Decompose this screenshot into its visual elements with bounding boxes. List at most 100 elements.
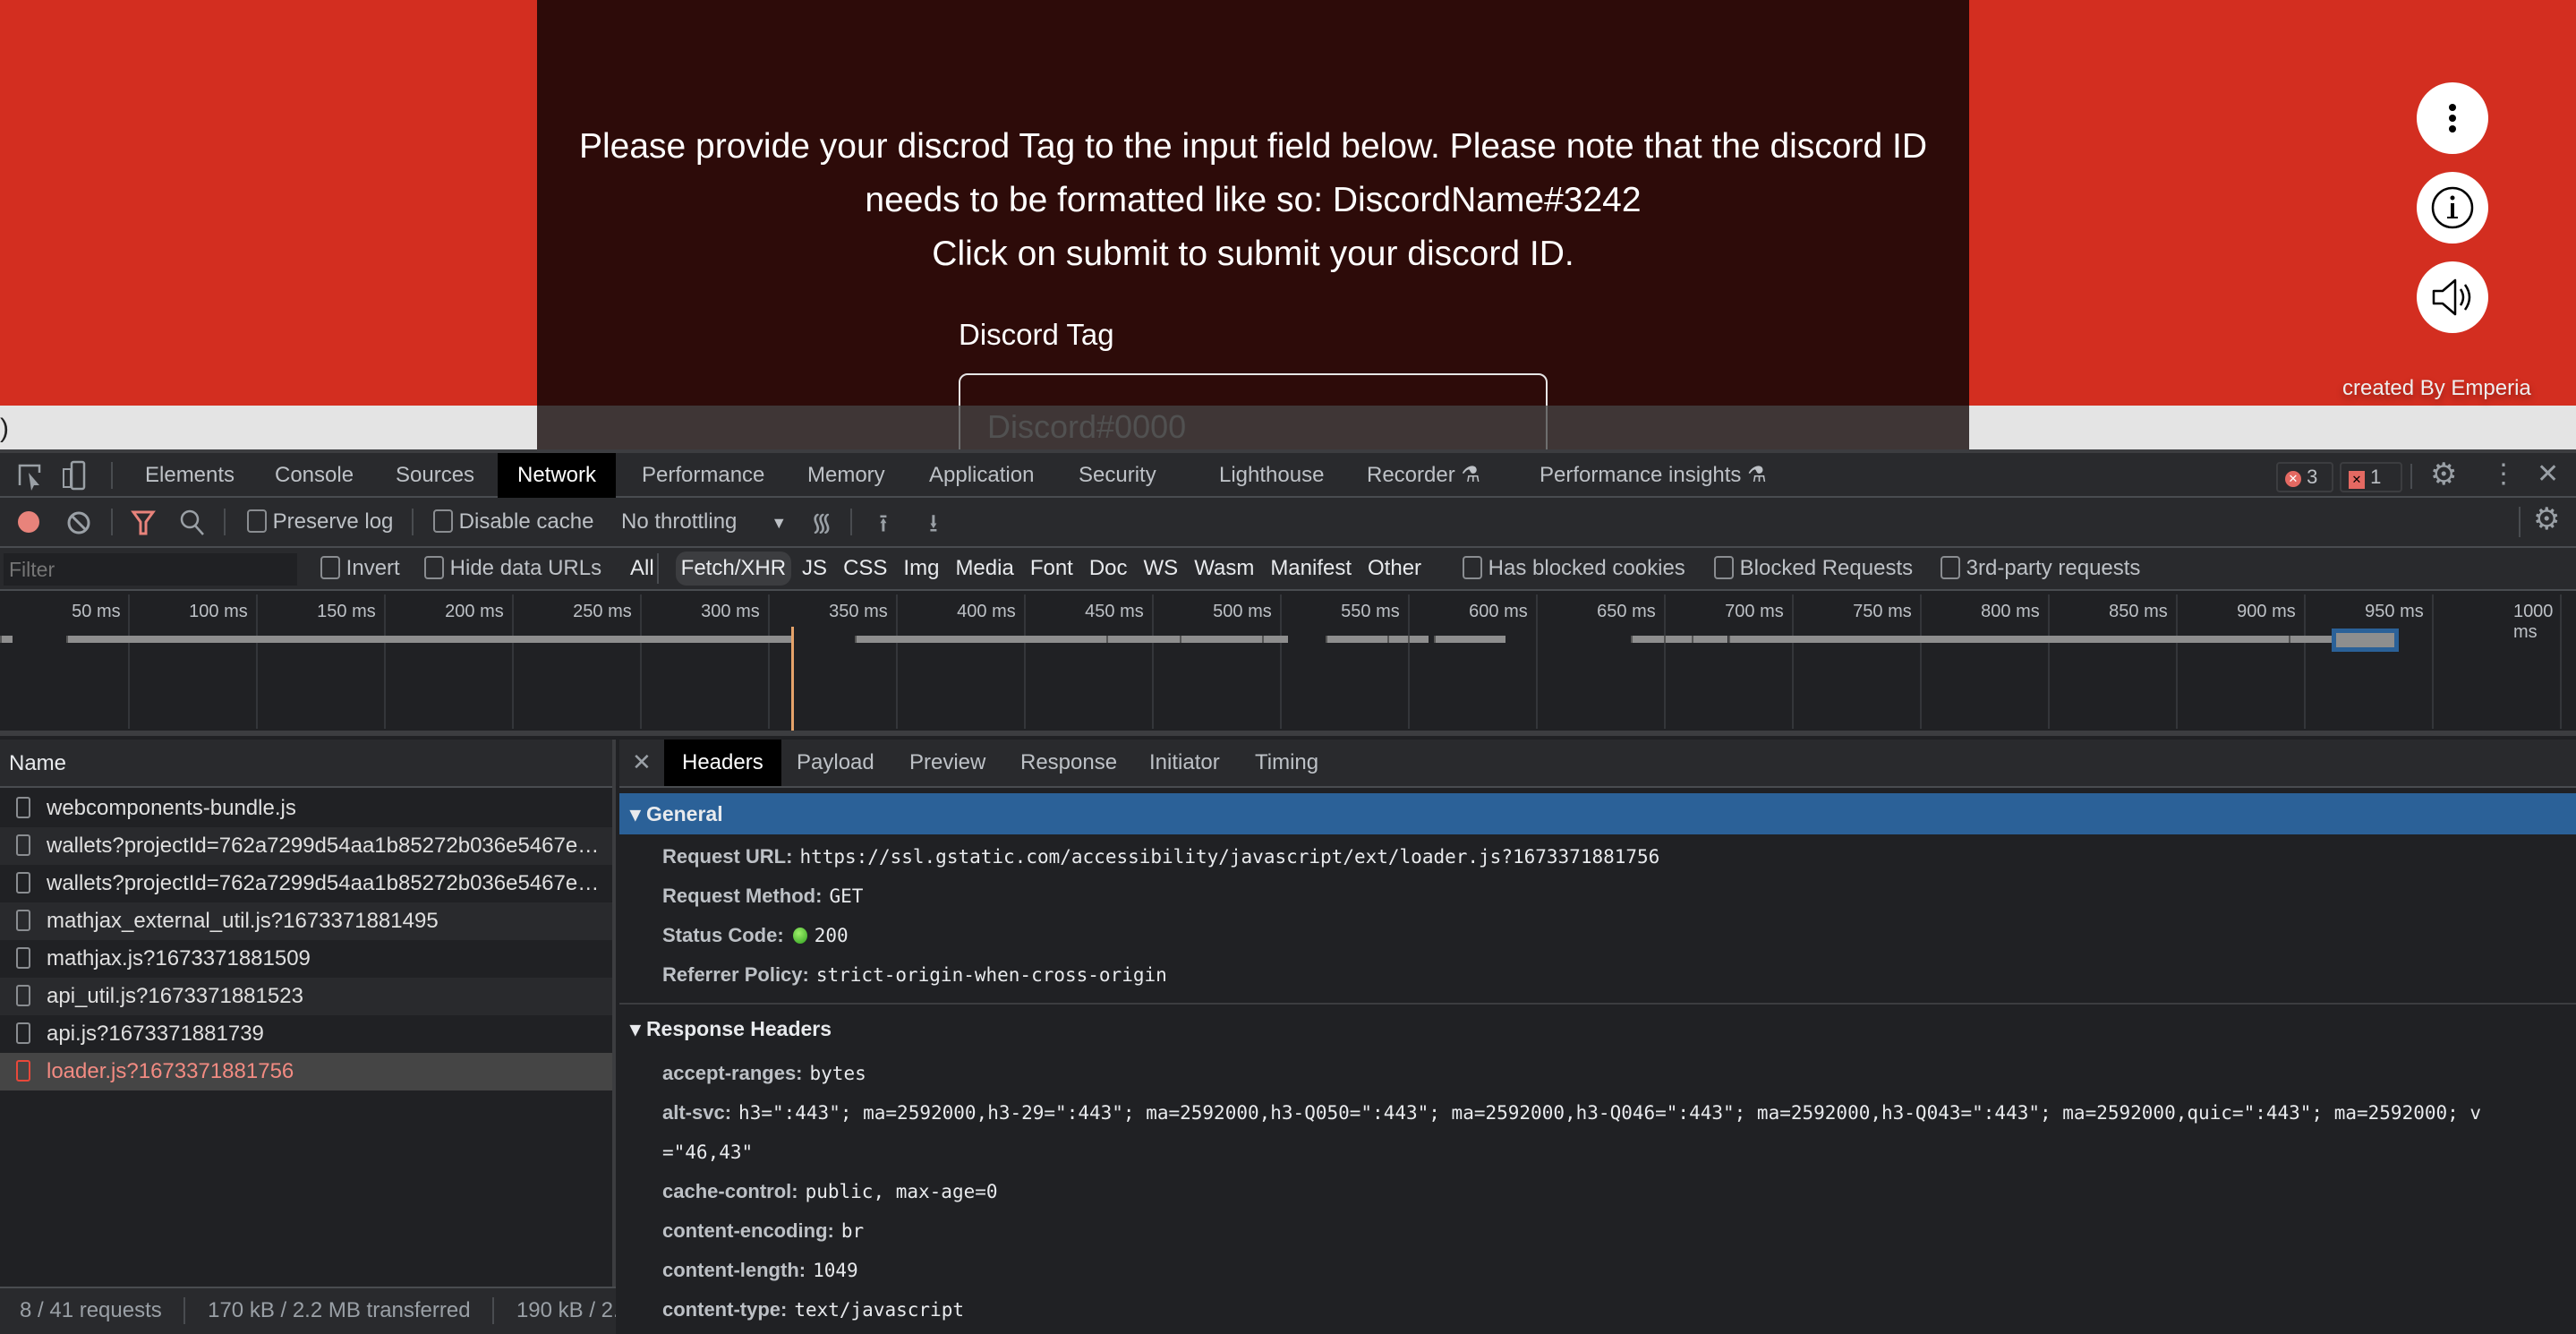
tab-security[interactable]: Security [1059, 453, 1176, 498]
checkbox[interactable] [424, 556, 444, 579]
request-row[interactable]: wallets?projectId=762a7299d54aa1b85272b0… [0, 827, 612, 865]
clear-icon[interactable] [66, 510, 91, 535]
third-party-requests-checkbox[interactable]: 3rd-party requests [1941, 556, 2140, 581]
tab-network[interactable]: Network [498, 453, 617, 498]
type-filter-doc[interactable]: Doc [1084, 552, 1133, 586]
checkbox[interactable] [1463, 556, 1482, 579]
throttling-select[interactable]: No throttling ▼ [621, 509, 787, 534]
overview-tick-label: 550 ms [1341, 602, 1400, 621]
checkbox[interactable] [247, 509, 267, 533]
tab-preview[interactable]: Preview [891, 740, 1003, 786]
tab-lighthouse[interactable]: Lighthouse [1199, 453, 1343, 498]
tab-headers[interactable]: Headers [664, 740, 781, 786]
invert-checkbox[interactable]: Invert [320, 556, 400, 581]
tab-initiator[interactable]: Initiator [1131, 740, 1238, 786]
checkbox[interactable] [1714, 556, 1734, 579]
tab-performance-insights[interactable]: Performance insights ⚗ [1520, 453, 1787, 498]
overview-gridline [896, 594, 898, 729]
checkbox[interactable] [320, 556, 340, 579]
checkbox[interactable] [1941, 556, 1960, 579]
general-section-header[interactable]: ▾ General [619, 793, 2576, 834]
overview-tick-label: 450 ms [1085, 602, 1144, 621]
blocked-requests-checkbox[interactable]: Blocked Requests [1714, 556, 1913, 581]
export-har-download-icon[interactable]: ⭳ [929, 505, 938, 548]
throttling-value: No throttling [621, 509, 738, 534]
network-conditions-wifi-icon[interactable]: ᯾ [811, 505, 832, 539]
overview-tick-label: 1000 ms [2512, 602, 2554, 642]
checkbox[interactable] [433, 509, 453, 533]
type-filter-js[interactable]: JS [797, 552, 832, 586]
tab-console[interactable]: Console [255, 453, 373, 498]
record-button[interactable] [18, 511, 39, 533]
tab-recorder[interactable]: Recorder ⚗ [1347, 453, 1500, 498]
request-row[interactable]: webcomponents-bundle.js [0, 790, 612, 827]
import-har-upload-icon[interactable]: ⭱ [879, 505, 888, 548]
issues-badge[interactable]: ✕ 1 [2340, 462, 2402, 492]
overview-tick-label: 650 ms [1597, 602, 1656, 621]
header-value: strict-origin-when-cross-origin [815, 964, 1167, 986]
response-header-row: content-length: 1049 [662, 1259, 858, 1282]
type-filter-font[interactable]: Font [1025, 552, 1079, 586]
overview-selected-request-bar[interactable] [2332, 629, 2399, 652]
type-filter-media[interactable]: Media [950, 552, 1019, 586]
request-row[interactable]: loader.js?1673371881756 [0, 1053, 612, 1090]
info-button[interactable] [2417, 172, 2488, 244]
request-name: mathjax_external_util.js?1673371881495 [47, 909, 439, 933]
type-filter-fetch-xhr[interactable]: Fetch/XHR [675, 552, 792, 586]
tab-payload[interactable]: Payload [779, 740, 892, 786]
tab-timing[interactable]: Timing [1237, 740, 1336, 786]
type-filter-other[interactable]: Other [1362, 552, 1427, 586]
instruction-line-1: Please provide your discrod Tag to the i… [578, 127, 1928, 166]
stray-text: ) [0, 414, 9, 443]
more-options-button[interactable] [2417, 82, 2488, 154]
type-filter-img[interactable]: Img [898, 552, 944, 586]
search-icon[interactable] [179, 509, 206, 537]
overview-gridline [256, 594, 258, 729]
type-filter-all[interactable]: All [625, 552, 660, 586]
network-settings-gear-icon[interactable]: ⚙ [2533, 501, 2560, 537]
tab-memory[interactable]: Memory [788, 453, 905, 498]
errors-badge[interactable]: ✕ 3 [2276, 462, 2333, 492]
filter-input[interactable] [4, 553, 297, 586]
type-filter-manifest[interactable]: Manifest [1265, 552, 1357, 586]
settings-gear-icon[interactable]: ⚙ [2430, 457, 2457, 492]
more-menu-icon[interactable]: ⋮ [2490, 458, 2517, 490]
file-icon [16, 834, 30, 856]
header-key: Status Code: [662, 924, 784, 946]
response-headers-section-header[interactable]: ▾ Response Headers [630, 1017, 832, 1041]
device-toolbar-icon[interactable] [61, 460, 88, 492]
tab-response[interactable]: Response [1002, 740, 1135, 786]
hide-data-urls-checkbox[interactable]: Hide data URLs [424, 556, 601, 581]
type-filter-wasm[interactable]: Wasm [1189, 552, 1259, 586]
type-filter-ws[interactable]: WS [1139, 552, 1184, 586]
has-blocked-cookies-checkbox[interactable]: Has blocked cookies [1463, 556, 1685, 581]
request-row[interactable]: wallets?projectId=762a7299d54aa1b85272b0… [0, 865, 612, 902]
inspect-element-icon[interactable] [16, 462, 43, 491]
tab-elements[interactable]: Elements [125, 453, 254, 498]
close-detail-icon[interactable]: ✕ [632, 748, 652, 776]
disable-cache-checkbox[interactable]: Disable cache [433, 509, 593, 534]
tab-application[interactable]: Application [909, 453, 1053, 498]
overview-tick-label: 700 ms [1725, 602, 1784, 621]
request-count: 8 / 41 requests [20, 1298, 162, 1322]
network-overview-timeline[interactable]: 50 ms 100 ms 150 ms 200 ms 250 ms 300 ms 350 m… [0, 591, 2576, 736]
divider [2519, 507, 2521, 537]
type-filter-css[interactable]: CSS [838, 552, 892, 586]
request-row[interactable]: api_util.js?1673371881523 [0, 978, 612, 1015]
overview-tick-label: 400 ms [957, 602, 1016, 621]
filter-funnel-icon[interactable] [131, 509, 156, 537]
request-row[interactable]: mathjax_external_util.js?1673371881495 [0, 902, 612, 940]
close-devtools-icon[interactable]: ✕ [2537, 458, 2559, 490]
sound-button[interactable] [2417, 261, 2488, 333]
request-name: api_util.js?1673371881523 [47, 984, 303, 1008]
overview-gridline [1920, 594, 1922, 729]
name-column-header[interactable]: Name [0, 740, 612, 788]
request-row[interactable]: api.js?1673371881739 [0, 1015, 612, 1053]
request-row[interactable]: mathjax.js?1673371881509 [0, 940, 612, 978]
preserve-log-checkbox[interactable]: Preserve log [247, 509, 393, 534]
tab-performance[interactable]: Performance [622, 453, 784, 498]
divider [224, 509, 226, 535]
tab-sources[interactable]: Sources [376, 453, 494, 498]
request-name: loader.js?1673371881756 [47, 1059, 294, 1083]
overview-request-bar [0, 636, 13, 643]
